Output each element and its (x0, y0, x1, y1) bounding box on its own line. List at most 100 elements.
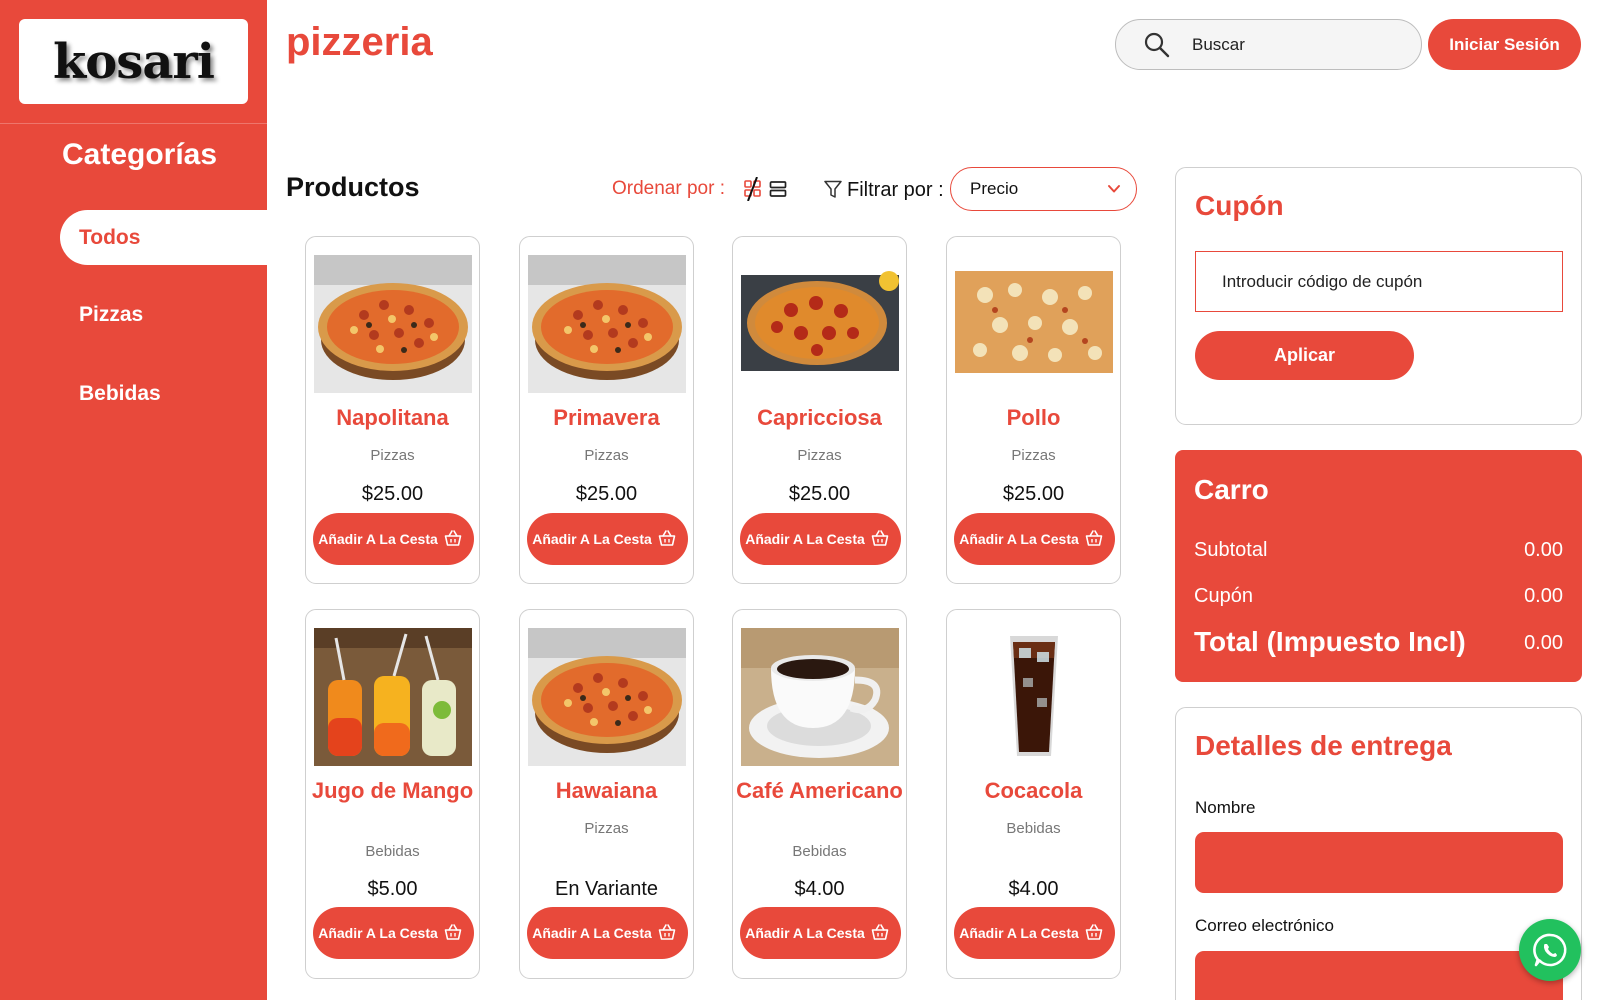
product-price: $4.00 (1008, 878, 1059, 900)
add-to-cart-button[interactable]: Añadir A La Cesta (313, 513, 474, 565)
search-bar[interactable] (1115, 19, 1422, 70)
basket-icon (1085, 530, 1103, 546)
sidebar: kosari Categorías Todos Pizzas Bebidas (0, 0, 267, 1000)
name-field[interactable] (1195, 832, 1563, 893)
sidebar-item-label: Pizzas (79, 302, 144, 326)
add-to-cart-label: Añadir A La Cesta (959, 924, 1079, 941)
basket-icon (871, 924, 889, 940)
sidebar-item-label: Bebidas (79, 381, 161, 405)
product-card[interactable]: Primavera Pizzas $25.00 Añadir A La Cesta (519, 236, 694, 584)
product-name: Hawaiana (555, 778, 658, 803)
products-title: Productos (286, 172, 420, 202)
product-name: Cocacola (984, 778, 1083, 803)
basket-icon (658, 924, 676, 940)
subtotal-label: Subtotal (1194, 539, 1268, 561)
product-price: $25.00 (575, 483, 638, 505)
product-card[interactable]: Cocacola Bebidas $4.00 Añadir A La Cesta (946, 609, 1121, 979)
email-label: Correo electrónico (1195, 916, 1334, 935)
product-card[interactable]: Café Americano Bebidas $4.00 Añadir A La Ce… (732, 609, 907, 979)
product-category: Pizzas (370, 447, 415, 464)
filter-select-value: Precio (970, 179, 1019, 198)
cart-panel: Carro Subtotal 0.00 Cupón 0.00 Total (Im… (1175, 450, 1582, 682)
add-to-cart-button[interactable]: Añadir A La Cesta (527, 907, 688, 959)
pizza-image (528, 628, 686, 766)
grid-view-icon[interactable] (743, 177, 763, 201)
product-card[interactable]: Pollo Pizzas $25.00 Añadir A La Cesta (946, 236, 1121, 584)
pizza-image (314, 255, 472, 393)
product-price: $5.00 (367, 878, 418, 900)
product-card[interactable]: Napolitana Pizzas $25.00 Añadir A La Cesta (305, 236, 480, 584)
cola-glass-image (955, 628, 1113, 766)
product-card[interactable]: Jugo de Mango Bebidas $5.00 Añadir A La Ces… (305, 609, 480, 979)
product-price: $25.00 (1002, 483, 1065, 505)
add-to-cart-button[interactable]: Añadir A La Cesta (954, 513, 1115, 565)
basket-icon (658, 530, 676, 546)
list-view-icon[interactable] (769, 180, 787, 198)
product-name: Capricciosa (757, 405, 882, 430)
add-to-cart-button[interactable]: Añadir A La Cesta (527, 513, 688, 565)
total-label: Total (Impuesto Incl) (1194, 626, 1466, 657)
product-category: Pizzas (797, 447, 842, 464)
product-category: Bebidas (365, 843, 420, 860)
name-label: Nombre (1195, 798, 1256, 817)
product-card[interactable]: Capricciosa Pizzas $25.00 Añadir A La Cesta (732, 236, 907, 584)
add-to-cart-button[interactable]: Añadir A La Cesta (954, 907, 1115, 959)
product-category: Pizzas (1011, 447, 1056, 464)
chicken-pizza-image (955, 255, 1113, 393)
categories-title: Categorías (62, 138, 218, 171)
coupon-input[interactable] (1195, 251, 1563, 312)
juice-glasses-image (314, 628, 472, 766)
subtotal-value: 0.00 (1524, 539, 1563, 561)
product-category: Pizzas (584, 447, 629, 464)
sidebar-item-pizzas[interactable]: Pizzas (60, 287, 267, 342)
basket-icon (1085, 924, 1103, 940)
add-to-cart-label: Añadir A La Cesta (532, 924, 652, 941)
product-price: $25.00 (361, 483, 424, 505)
search-input[interactable] (1192, 34, 1392, 55)
product-price: $4.00 (794, 878, 845, 900)
coffee-cup-image (741, 628, 899, 766)
coupon-title: Cupón (1195, 190, 1284, 221)
add-to-cart-label: Añadir A La Cesta (745, 924, 865, 941)
sidebar-item-todos[interactable]: Todos (60, 210, 267, 265)
add-to-cart-label: Añadir A La Cesta (745, 530, 865, 547)
sidebar-item-bebidas[interactable]: Bebidas (60, 366, 267, 421)
whatsapp-icon (1533, 933, 1567, 967)
delivery-title: Detalles de entrega (1195, 730, 1452, 761)
search-icon (1144, 32, 1170, 57)
total-value: 0.00 (1524, 632, 1563, 654)
add-to-cart-button[interactable]: Añadir A La Cesta (313, 907, 474, 959)
basket-icon (871, 530, 889, 546)
sidebar-item-label: Todos (79, 225, 141, 249)
sort-label: Ordenar por : (612, 178, 725, 199)
basket-icon (444, 530, 462, 546)
apply-coupon-button[interactable]: Aplicar (1195, 331, 1414, 380)
product-price: $25.00 (788, 483, 851, 505)
filter-icon (824, 180, 842, 198)
basket-icon (444, 924, 462, 940)
product-card[interactable]: Hawaiana Pizzas En Variante Añadir A La Ces… (519, 609, 694, 979)
cart-title: Carro (1194, 474, 1269, 505)
add-to-cart-label: Añadir A La Cesta (318, 530, 438, 547)
add-to-cart-button[interactable]: Añadir A La Cesta (740, 907, 901, 959)
product-category: Bebidas (1006, 820, 1061, 837)
filter-select[interactable]: Precio (950, 167, 1137, 211)
whatsapp-button[interactable] (1519, 919, 1581, 981)
cart-coupon-value: 0.00 (1524, 585, 1563, 607)
email-field[interactable] (1195, 951, 1563, 1000)
logo-text: kosari (53, 33, 215, 90)
sidebar-divider (0, 123, 267, 124)
product-name: Napolitana (336, 405, 449, 430)
cart-coupon-label: Cupón (1194, 585, 1253, 607)
product-name: Pollo (1006, 405, 1061, 430)
pizza-image (528, 255, 686, 393)
login-button[interactable]: Iniciar Sesión (1428, 19, 1581, 70)
pepperoni-pizza-image (741, 255, 899, 393)
product-name: Jugo de Mango (311, 778, 474, 803)
add-to-cart-label: Añadir A La Cesta (532, 530, 652, 547)
product-price: En Variante (554, 878, 659, 900)
chevron-down-icon (1108, 185, 1120, 193)
logo[interactable]: kosari (19, 19, 248, 104)
coupon-panel: Cupón Aplicar (1175, 167, 1582, 425)
add-to-cart-button[interactable]: Añadir A La Cesta (740, 513, 901, 565)
